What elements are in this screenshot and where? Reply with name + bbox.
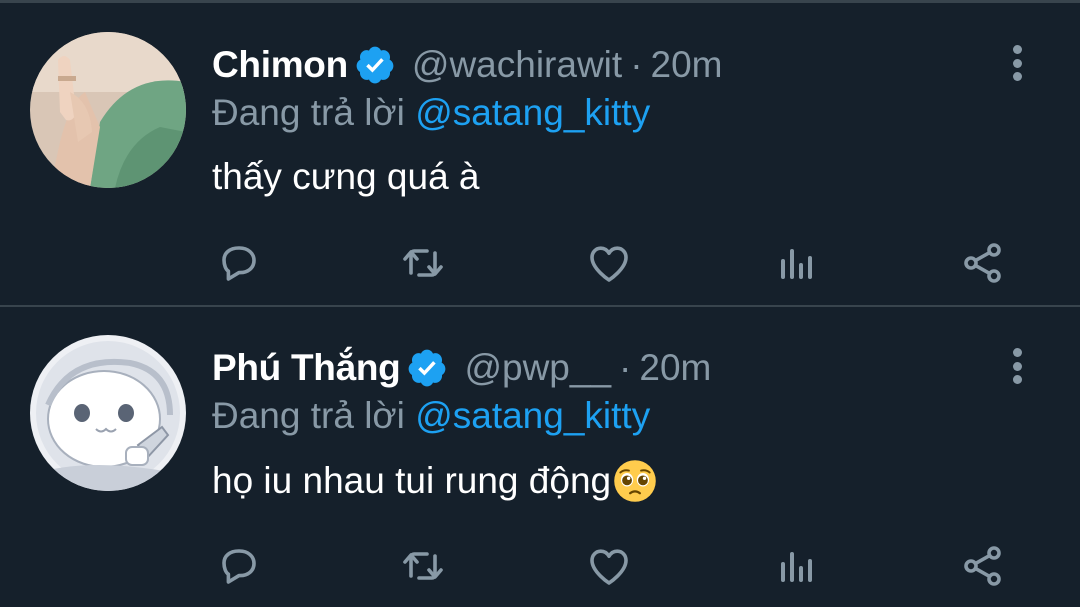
verified-badge-icon bbox=[409, 349, 446, 387]
reply-prefix: Đang trả lời bbox=[212, 92, 405, 133]
tweet-text: họ iu nhau tui rung động bbox=[212, 459, 657, 503]
reply-context: Đang trả lời @satang_kitty bbox=[212, 92, 650, 134]
action-bar bbox=[212, 539, 1012, 593]
retweet-button[interactable] bbox=[396, 236, 450, 290]
reply-button[interactable] bbox=[212, 539, 266, 593]
user-handle[interactable]: @pwp__ bbox=[464, 347, 611, 389]
reply-prefix: Đang trả lời bbox=[212, 395, 405, 436]
analytics-icon bbox=[781, 552, 812, 582]
more-options-icon[interactable] bbox=[1006, 344, 1028, 388]
tweet-text-content: thấy cưng quá à bbox=[212, 156, 480, 197]
retweet-button[interactable] bbox=[396, 539, 450, 593]
reply-mention-link[interactable]: @satang_kitty bbox=[415, 395, 650, 436]
tweet-header: Chimon @wachirawit · 20m bbox=[212, 41, 723, 89]
tweet-item[interactable]: Phú Thắng @pwp__ · 20m Đang trả lời @sat… bbox=[0, 307, 1080, 607]
share-icon bbox=[964, 243, 1001, 283]
avatar[interactable] bbox=[30, 32, 186, 188]
display-name[interactable]: Phú Thắng bbox=[212, 347, 401, 389]
avatar[interactable] bbox=[30, 335, 186, 491]
analytics-icon bbox=[781, 249, 812, 279]
tweet-text-content: họ iu nhau tui rung động bbox=[212, 460, 612, 501]
more-options-icon[interactable] bbox=[1006, 41, 1028, 85]
reply-context: Đang trả lời @satang_kitty bbox=[212, 395, 650, 437]
share-button[interactable] bbox=[956, 539, 1010, 593]
avatar-photo bbox=[30, 32, 186, 188]
tweet-header: Phú Thắng @pwp__ · 20m bbox=[212, 344, 711, 392]
verified-badge-icon bbox=[356, 46, 394, 84]
retweet-icon bbox=[403, 552, 443, 580]
like-button[interactable] bbox=[582, 236, 636, 290]
share-icon bbox=[964, 546, 1001, 586]
like-button[interactable] bbox=[582, 539, 636, 593]
top-divider bbox=[0, 0, 1080, 3]
comment-bubble-icon bbox=[222, 549, 256, 584]
user-handle[interactable]: @wachirawit bbox=[412, 44, 622, 86]
heart-icon bbox=[590, 246, 628, 282]
reply-button[interactable] bbox=[212, 236, 266, 290]
tweet-text: thấy cưng quá à bbox=[212, 156, 480, 198]
separator-dot: · bbox=[630, 44, 643, 85]
action-bar bbox=[212, 236, 1012, 290]
separator-dot: · bbox=[619, 347, 632, 388]
tweet-item[interactable]: Chimon @wachirawit · 20m Đang trả lời @s… bbox=[0, 4, 1080, 304]
share-button[interactable] bbox=[956, 236, 1010, 290]
avatar-illustration bbox=[30, 335, 186, 491]
timestamp[interactable]: 20m bbox=[639, 347, 711, 389]
heart-icon bbox=[590, 549, 628, 585]
analytics-button[interactable] bbox=[768, 236, 822, 290]
comment-bubble-icon bbox=[222, 246, 256, 281]
reply-mention-link[interactable]: @satang_kitty bbox=[415, 92, 650, 133]
analytics-button[interactable] bbox=[768, 539, 822, 593]
display-name[interactable]: Chimon bbox=[212, 44, 348, 86]
timestamp[interactable]: 20m bbox=[651, 44, 723, 86]
retweet-icon bbox=[403, 249, 443, 277]
pleading-face-emoji-icon bbox=[614, 460, 656, 502]
